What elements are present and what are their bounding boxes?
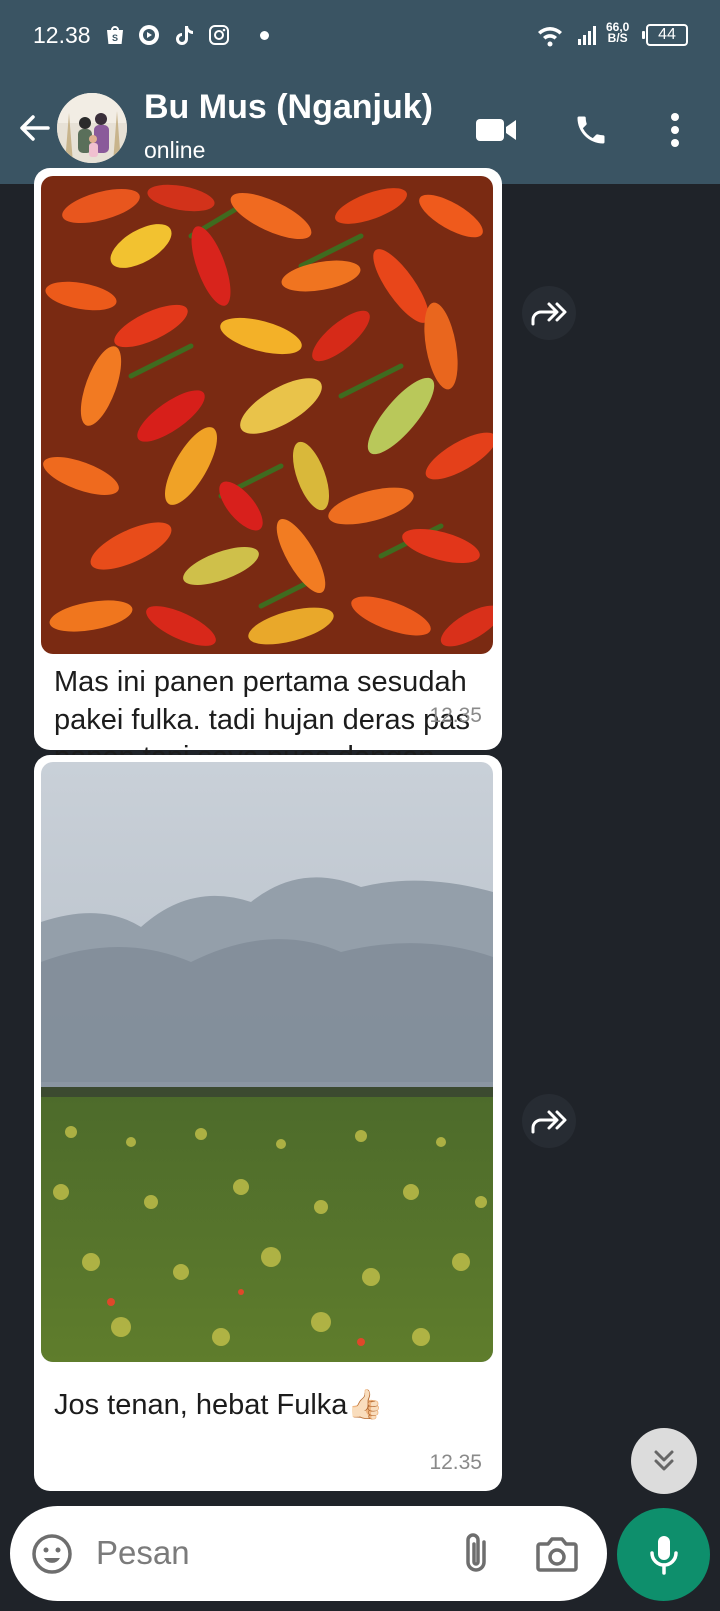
message-text: Jos tenan, hebat Fulka👍🏻 — [54, 1389, 384, 1421]
microphone-icon — [649, 1535, 678, 1575]
tiktok-icon — [176, 26, 193, 45]
message-bubble[interactable]: Jos tenan, hebat Fulka👍🏻 12.35 — [34, 755, 502, 1491]
notification-dot — [260, 31, 269, 40]
forward-button[interactable] — [522, 286, 576, 340]
voice-message-button[interactable] — [617, 1508, 710, 1601]
chat-header: 12.38 S 66,0 B/S 44 Bu Mus (Nganjuk) onl… — [0, 0, 720, 184]
shopee-icon: S — [107, 26, 123, 44]
message-bubble[interactable]: Mas ini panen pertama sesudah pakei fulk… — [34, 168, 502, 848]
avatar[interactable] — [57, 93, 127, 163]
arrow-left-icon[interactable] — [14, 108, 54, 148]
forward-icon — [531, 1110, 567, 1134]
message-time: 12.35 — [429, 704, 482, 727]
network-speed-unit: B/S — [607, 31, 628, 45]
contact-name[interactable]: Bu Mus (Nganjuk) — [144, 88, 433, 127]
message-time: 12.35 — [429, 1451, 482, 1474]
emoji-icon[interactable] — [30, 1532, 74, 1576]
media-app-icon — [139, 25, 159, 45]
phone-icon — [577, 116, 605, 144]
battery-indicator: 44 — [642, 24, 688, 46]
more-options-button[interactable] — [651, 106, 699, 154]
message-image-chilies[interactable] — [41, 176, 493, 654]
contact-status: online — [144, 137, 206, 163]
message-composer — [10, 1506, 607, 1601]
message-image-field[interactable] — [41, 762, 493, 1362]
chili-photo — [41, 176, 493, 654]
double-chevron-down-icon — [654, 1450, 674, 1471]
video-call-icon — [476, 119, 516, 141]
scroll-to-bottom-button[interactable] — [631, 1428, 697, 1494]
more-vertical-icon — [671, 113, 679, 147]
status-bar: 12.38 S 66,0 B/S 44 — [0, 0, 720, 72]
status-time: 12.38 — [33, 22, 91, 48]
forward-icon — [531, 302, 567, 326]
instagram-icon — [209, 25, 229, 45]
video-call-button[interactable] — [472, 106, 520, 154]
network-speed: 66,0 B/S — [606, 21, 629, 45]
avatar-photo — [57, 93, 127, 163]
forward-button[interactable] — [522, 1094, 576, 1148]
paperclip-icon[interactable] — [454, 1530, 500, 1578]
signal-icon — [578, 26, 596, 45]
message-input[interactable] — [96, 1528, 426, 1578]
wifi-icon — [538, 27, 562, 47]
field-photo — [41, 762, 493, 1362]
svg-text:S: S — [112, 33, 118, 43]
camera-icon[interactable] — [534, 1532, 580, 1576]
voice-call-button[interactable] — [567, 106, 615, 154]
